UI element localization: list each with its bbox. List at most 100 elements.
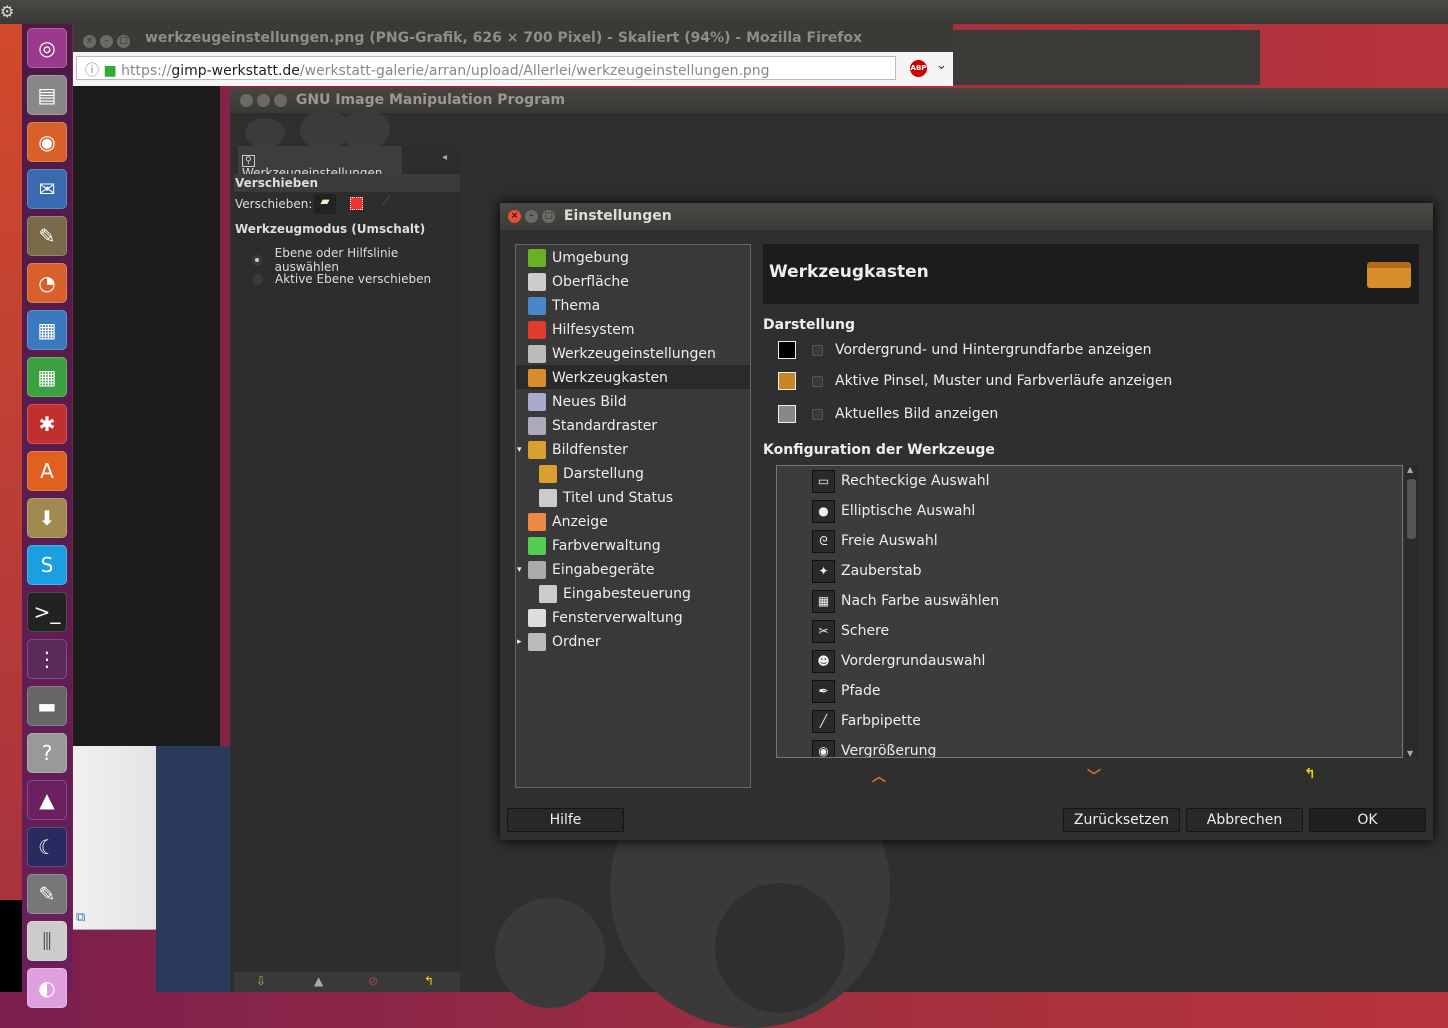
expander-icon[interactable]: ▸ bbox=[517, 637, 522, 647]
save-options-icon[interactable]: ⇩ bbox=[256, 974, 266, 988]
ubuntu-dash-icon[interactable]: ◎ bbox=[27, 28, 67, 68]
calc-icon[interactable]: ▦ bbox=[27, 357, 67, 397]
nav-item[interactable]: Eingabesteuerung bbox=[516, 581, 750, 605]
maximize-icon[interactable] bbox=[274, 93, 287, 107]
nav-item[interactable]: Fensterverwaltung bbox=[516, 605, 750, 629]
checkbox[interactable] bbox=[812, 408, 823, 420]
help-button[interactable]: Hilfe bbox=[507, 808, 624, 832]
nav-item[interactable]: Werkzeugeinstellungen bbox=[516, 341, 750, 365]
expander-icon[interactable]: ▾ bbox=[517, 445, 522, 455]
cancel-button[interactable]: Abbrechen bbox=[1186, 808, 1303, 832]
info-icon[interactable]: ⓘ bbox=[85, 63, 99, 79]
nav-item[interactable]: Standardraster bbox=[516, 413, 750, 437]
nav-item[interactable]: Farbverwaltung bbox=[516, 533, 750, 557]
move-layer-button[interactable]: ▰ bbox=[314, 194, 336, 214]
help-icon[interactable]: ? bbox=[27, 733, 67, 773]
tool-icon: ◉ bbox=[812, 739, 835, 757]
files-icon[interactable]: ▤ bbox=[27, 75, 67, 115]
tool-list-item[interactable]: ● Elliptische Auswahl bbox=[812, 496, 975, 526]
tool-icon: ☻ bbox=[812, 649, 835, 673]
close-icon[interactable]: × bbox=[83, 35, 96, 48]
tool-list-item[interactable]: ◉ Vergrößerung bbox=[812, 736, 936, 757]
radio-active-layer[interactable]: Aktive Ebene verschieben bbox=[252, 272, 431, 286]
tool-list-item[interactable]: ▦ Nach Farbe auswählen bbox=[812, 586, 999, 616]
archive-icon[interactable]: ⬇ bbox=[27, 498, 67, 538]
scanner-icon[interactable]: ▬ bbox=[27, 686, 67, 726]
nav-item[interactable]: Thema bbox=[516, 293, 750, 317]
move-selection-button[interactable] bbox=[350, 197, 363, 210]
software-center-icon[interactable]: A bbox=[27, 451, 67, 491]
nav-item[interactable]: Umgebung bbox=[516, 245, 750, 269]
tool-list-item[interactable]: ✂ Schere bbox=[812, 616, 889, 646]
maximize-icon[interactable]: □ bbox=[542, 209, 555, 223]
option-label: Aktive Pinsel, Muster und Farbverläufe a… bbox=[835, 373, 1173, 389]
option-row[interactable]: Aktuelles Bild anzeigen bbox=[778, 405, 998, 423]
scroll-up-icon[interactable]: ▲ bbox=[1407, 465, 1413, 474]
minimize-icon[interactable]: – bbox=[100, 35, 113, 48]
settings-icon[interactable]: ✱ bbox=[27, 404, 67, 444]
move-down-icon[interactable]: ﹀ bbox=[1087, 766, 1101, 786]
option-row[interactable]: Aktive Pinsel, Muster und Farbverläufe a… bbox=[778, 372, 1172, 390]
close-icon[interactable] bbox=[240, 93, 253, 107]
panel-menu-icon[interactable]: ◂ bbox=[442, 152, 447, 163]
expander-icon[interactable]: ▾ bbox=[517, 565, 522, 575]
tool-list-item[interactable]: ✒ Pfade bbox=[812, 676, 880, 706]
minimize-icon[interactable]: – bbox=[525, 209, 538, 223]
reset-button[interactable]: Zurücksetzen bbox=[1063, 808, 1180, 832]
nav-item[interactable]: ▾ Eingabegeräte bbox=[516, 557, 750, 581]
firefox-icon[interactable]: ◉ bbox=[27, 122, 67, 162]
move-path-button[interactable]: ⟋ bbox=[382, 194, 390, 209]
nav-item[interactable]: Oberfläche bbox=[516, 269, 750, 293]
vlc-icon[interactable]: ▲ bbox=[27, 780, 67, 820]
stellarium-icon[interactable]: ☾ bbox=[27, 827, 67, 867]
nav-item[interactable]: ▾ Bildfenster bbox=[516, 437, 750, 461]
tool-icon: ● bbox=[812, 499, 835, 523]
nav-item[interactable]: Werkzeugkasten bbox=[516, 365, 750, 389]
thunderbird-icon[interactable]: ✉ bbox=[27, 169, 67, 209]
nav-item[interactable]: ▸ Ordner bbox=[516, 629, 750, 653]
tool-list-item[interactable]: ☻ Vordergrundauswahl bbox=[812, 646, 985, 676]
nav-item[interactable]: Titel und Status bbox=[516, 485, 750, 509]
restore-options-icon[interactable]: ▲ bbox=[314, 974, 323, 988]
terminal-icon[interactable]: >_ bbox=[27, 592, 67, 632]
scroll-down-icon[interactable]: ▼ bbox=[1407, 749, 1413, 758]
move-up-icon[interactable]: ︿ bbox=[872, 766, 886, 786]
maximize-icon[interactable]: □ bbox=[117, 35, 130, 48]
tool-list-item[interactable]: ✦ Zauberstab bbox=[812, 556, 922, 586]
radio-layer-or-guide[interactable]: Ebene oder Hilfslinie auswählen bbox=[252, 246, 460, 274]
nav-item[interactable]: Neues Bild bbox=[516, 389, 750, 413]
writer-icon[interactable]: ▦ bbox=[27, 310, 67, 350]
tool-list-item[interactable]: ╱ Farbpipette bbox=[812, 706, 921, 736]
nav-item[interactable]: Anzeige bbox=[516, 509, 750, 533]
menu-chevron-icon[interactable]: ⌄ bbox=[936, 58, 947, 73]
ok-button[interactable]: OK bbox=[1309, 808, 1426, 832]
skype-icon[interactable]: S bbox=[27, 545, 67, 585]
close-icon[interactable]: × bbox=[508, 209, 521, 223]
tool-list-item[interactable]: ▭ Rechteckige Auswahl bbox=[812, 466, 990, 496]
adblock-button[interactable]: ABP bbox=[910, 60, 927, 77]
tab-tool-options[interactable]: ⚲ Werkzeugeinstellungen bbox=[238, 146, 402, 180]
scrollbar[interactable]: ▲ ▼ bbox=[1405, 465, 1418, 758]
scroll-thumb[interactable] bbox=[1407, 479, 1416, 539]
checkbox[interactable] bbox=[812, 375, 823, 387]
mixer-icon[interactable]: ⫼ bbox=[27, 921, 67, 961]
delete-options-icon[interactable]: ⊘ bbox=[368, 974, 378, 988]
option-row[interactable]: Vordergrund- und Hintergrundfarbe anzeig… bbox=[778, 341, 1152, 359]
gimp-icon[interactable]: ✎ bbox=[27, 216, 67, 256]
url-field[interactable]: ⓘ ■ https://gimp-werkstatt.de/werkstatt-… bbox=[76, 56, 896, 80]
painting-icon[interactable]: ✎ bbox=[27, 874, 67, 914]
tool-list-item[interactable]: ᘓ Freie Auswahl bbox=[812, 526, 938, 556]
checkbox[interactable] bbox=[812, 344, 823, 356]
gear-icon[interactable]: ⚙ bbox=[0, 2, 14, 21]
reset-options-icon[interactable]: ↰ bbox=[424, 974, 434, 988]
reset-tools-icon[interactable]: ↰ bbox=[1304, 766, 1316, 782]
blender-icon[interactable]: ◔ bbox=[27, 263, 67, 303]
dialog-title: Einstellungen bbox=[563, 208, 672, 224]
nav-item-label: Ordner bbox=[552, 634, 601, 650]
color-icon[interactable]: ◐ bbox=[27, 968, 67, 1008]
nav-item[interactable]: Darstellung bbox=[516, 461, 750, 485]
workspace-icon[interactable]: ⋮ bbox=[27, 639, 67, 679]
nav-item[interactable]: Hilfesystem bbox=[516, 317, 750, 341]
tool-list[interactable]: ▭ Rechteckige Auswahl ● Elliptische Auswahl… bbox=[776, 465, 1403, 758]
minimize-icon[interactable] bbox=[257, 93, 270, 107]
